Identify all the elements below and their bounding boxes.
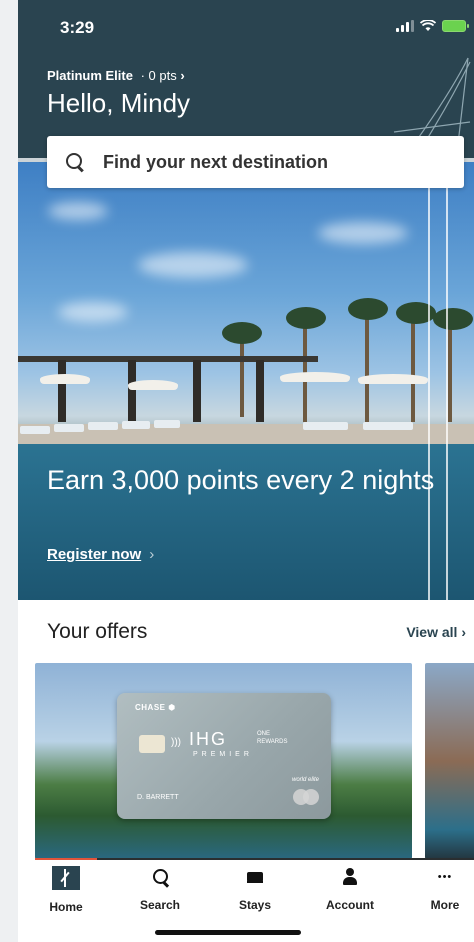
lounger — [54, 424, 84, 432]
cardholder-name: D. BARRETT — [137, 794, 179, 801]
tier-points-link[interactable]: Platinum Elite · 0 pts › — [47, 68, 185, 83]
tab-home[interactable]: Home — [26, 866, 106, 914]
register-now-link[interactable]: Register now › — [47, 546, 154, 563]
credit-card-image: CHASE ⬢ ))) IHG ONE REWARDS PREMIER worl… — [117, 693, 331, 819]
home-indicator[interactable] — [155, 930, 301, 935]
hero-banner[interactable]: Earn 3,000 points every 2 nights Registe… — [18, 162, 474, 600]
palm-tree — [448, 322, 452, 422]
register-now-label: Register now — [47, 546, 142, 563]
search-icon — [147, 866, 173, 888]
lounger — [20, 426, 50, 434]
palm-tree — [222, 322, 262, 344]
card-brand-sub: ONE REWARDS — [257, 730, 287, 746]
tab-home-label: Home — [49, 900, 83, 914]
card-brand: IHG — [189, 729, 228, 749]
greeting: Hello, Mindy — [47, 88, 191, 118]
umbrella — [358, 374, 428, 384]
card-product: PREMIER — [193, 751, 253, 758]
card-brand-sub-line2: REWARDS — [257, 739, 288, 745]
wifi-icon — [420, 20, 436, 31]
lounger — [363, 422, 413, 430]
lounger — [88, 422, 118, 430]
umbrella — [128, 380, 178, 390]
tab-more[interactable]: ••• More — [405, 866, 474, 912]
palm-tree — [286, 307, 326, 329]
cloud — [58, 302, 128, 322]
chevron-right-icon: › — [180, 68, 185, 83]
palm-tree — [240, 337, 244, 417]
offers-heading: Your offers — [47, 620, 148, 643]
offer-card-next[interactable] — [425, 663, 474, 859]
search-placeholder: Find your next destination — [103, 151, 329, 172]
sail-logo-icon — [393, 57, 471, 145]
cabana-post — [58, 360, 66, 422]
lounger — [122, 421, 150, 429]
tab-account-label: Account — [326, 898, 374, 912]
app-screen: 3:29 Platinum Elite · 0 pts › Hello, Min… — [18, 0, 474, 942]
status-time: 3:29 — [60, 18, 95, 37]
tab-account[interactable]: Account — [310, 866, 390, 912]
hero-title: Earn 3,000 points every 2 nights — [47, 465, 435, 495]
status-icons — [396, 20, 469, 32]
signal-icon — [396, 20, 414, 32]
cabana-post — [193, 360, 201, 422]
decorative-line — [428, 162, 430, 600]
view-all-link[interactable]: View all › — [406, 624, 466, 640]
status-bar: 3:29 — [18, 0, 474, 54]
bed-icon — [242, 866, 268, 888]
umbrella — [40, 374, 90, 384]
cloud — [318, 222, 408, 244]
lounger — [303, 422, 348, 430]
palm-tree — [433, 308, 473, 330]
contactless-icon: ))) — [171, 737, 181, 748]
card-network-icon — [293, 789, 319, 805]
offer-card-ihg-premier[interactable]: CHASE ⬢ ))) IHG ONE REWARDS PREMIER worl… — [35, 663, 412, 859]
palm-tree — [365, 312, 369, 422]
card-chip-icon — [139, 735, 165, 753]
decorative-line — [446, 162, 448, 600]
card-tier: world elite — [291, 777, 319, 783]
card-bank-name: CHASE ⬢ — [135, 703, 176, 712]
cloud — [48, 202, 108, 220]
umbrella — [280, 372, 350, 382]
palm-tree — [396, 302, 436, 324]
tab-more-label: More — [430, 898, 460, 912]
person-icon — [337, 866, 363, 888]
palm-tree — [348, 298, 388, 320]
more-icon: ••• — [437, 871, 453, 883]
tab-search-label: Search — [139, 898, 181, 912]
search-input[interactable]: Find your next destination — [47, 136, 464, 188]
chevron-right-icon: › — [149, 546, 155, 563]
points-balance: · 0 pts — [140, 68, 177, 83]
tab-stays[interactable]: Stays — [215, 866, 295, 912]
palm-tree — [411, 317, 415, 422]
battery-icon — [442, 20, 469, 32]
cabana-post — [128, 360, 136, 422]
search-icon — [65, 152, 85, 172]
card-brand-sub-line1: ONE — [257, 731, 271, 737]
cabana-post — [256, 360, 264, 422]
lounger — [154, 420, 180, 428]
cloud — [138, 252, 248, 278]
home-icon — [52, 866, 80, 890]
tab-search[interactable]: Search — [120, 866, 200, 912]
tab-stays-label: Stays — [238, 898, 272, 912]
tier-name: Platinum Elite — [47, 68, 133, 83]
